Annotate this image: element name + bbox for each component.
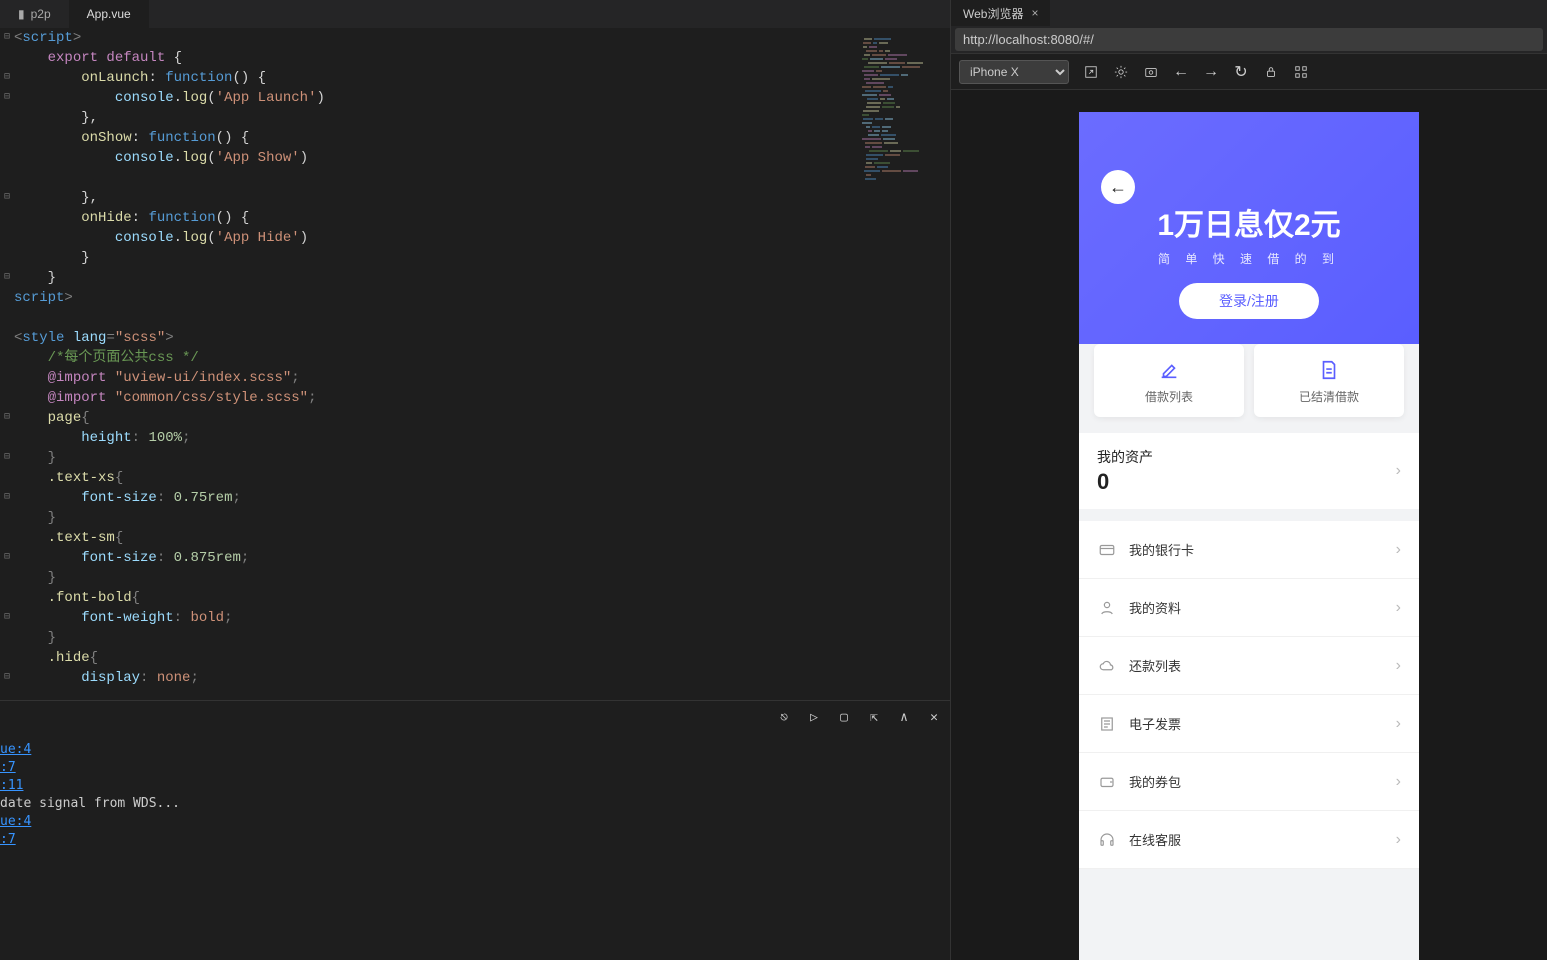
hero-section: ← 1万日息仅2元 简 单 快 速 借 的 到 登录/注册 <box>1079 112 1419 344</box>
login-button[interactable]: 登录/注册 <box>1179 283 1319 319</box>
chevron-right-icon: › <box>1396 773 1401 791</box>
fold-gutter: ⊟⊟⊟⊟⊟⊟⊟⊟⊟⊟⊟ <box>0 28 14 700</box>
card-icon <box>1097 540 1117 560</box>
console-output-icon[interactable]: ⎋ <box>776 709 792 725</box>
list-item-label: 我的资料 <box>1129 598 1181 617</box>
list-item-label: 在线客服 <box>1129 830 1181 849</box>
list-item[interactable]: 在线客服 › <box>1079 811 1419 869</box>
card-label: 已结清借款 <box>1254 388 1404 405</box>
tab-label: p2p <box>31 7 51 21</box>
card-row: 借款列表 已结清借款 <box>1079 334 1419 427</box>
chevron-right-icon: › <box>1396 657 1401 675</box>
wallet-icon <box>1097 772 1117 792</box>
chevron-right-icon: › <box>1396 462 1401 480</box>
list-item[interactable]: 电子发票 › <box>1079 695 1419 753</box>
headset-icon <box>1097 830 1117 850</box>
phone-frame: ← 1万日息仅2元 简 单 快 速 借 的 到 登录/注册 借款列表 <box>1079 112 1419 960</box>
back-icon[interactable]: ← <box>1173 64 1189 80</box>
minimap[interactable] <box>860 38 950 178</box>
list-item-label: 电子发票 <box>1129 714 1181 733</box>
close-icon[interactable]: × <box>1031 6 1038 20</box>
asset-value: 0 <box>1097 469 1153 495</box>
browser-tab-label: Web浏览器 <box>963 5 1023 22</box>
list-item-label: 还款列表 <box>1129 656 1181 675</box>
menu-list: 我的银行卡 › 我的资料 › 还款列表 › 电子发票 › 我的券包 › 在线客服 › <box>1079 521 1419 869</box>
device-select[interactable]: iPhone X <box>959 60 1069 84</box>
code-content: <script> export default { onLaunch: func… <box>14 28 950 700</box>
list-item-label: 我的券包 <box>1129 772 1181 791</box>
lock-icon[interactable] <box>1263 64 1279 80</box>
editor-tabs: ▮ p2p App.vue <box>0 0 950 28</box>
hero-subtitle: 简 单 快 速 借 的 到 <box>1079 250 1419 267</box>
preview-area: ← 1万日息仅2元 简 单 快 速 借 的 到 登录/注册 借款列表 <box>951 90 1547 960</box>
edit-icon <box>1094 358 1244 382</box>
tab-label: App.vue <box>87 7 131 21</box>
external-icon[interactable] <box>1083 64 1099 80</box>
url-input[interactable] <box>955 28 1543 51</box>
list-item[interactable]: 还款列表 › <box>1079 637 1419 695</box>
tab-project[interactable]: ▮ p2p <box>0 0 69 28</box>
list-item[interactable]: 我的资料 › <box>1079 579 1419 637</box>
chevron-right-icon: › <box>1396 541 1401 559</box>
card-label: 借款列表 <box>1094 388 1244 405</box>
console-stop-icon[interactable]: ▢ <box>836 709 852 725</box>
tab-file[interactable]: App.vue <box>69 0 149 28</box>
console-toolbar: ⎋ ▷ ▢ ⇱ ∧ ✕ <box>776 709 942 725</box>
chevron-right-icon: › <box>1396 599 1401 617</box>
browser-tabs: Web浏览器 × <box>951 0 1547 26</box>
dev-toolbar: iPhone X ← → ↻ <box>951 54 1547 90</box>
browser-tab[interactable]: Web浏览器 × <box>951 0 1050 26</box>
folder-icon: ▮ <box>18 7 25 21</box>
list-item[interactable]: 我的银行卡 › <box>1079 521 1419 579</box>
login-button-label: 登录/注册 <box>1219 291 1279 311</box>
url-bar <box>951 26 1547 54</box>
asset-block[interactable]: 我的资产 0 › <box>1079 433 1419 509</box>
browser-panel: Web浏览器 × iPhone X ← → ↻ ← <box>950 0 1547 960</box>
list-item[interactable]: 我的券包 › <box>1079 753 1419 811</box>
card-cleared-loans[interactable]: 已结清借款 <box>1254 344 1404 417</box>
hero-title: 1万日息仅2元 <box>1079 200 1419 244</box>
refresh-icon[interactable]: ↻ <box>1233 64 1249 80</box>
chevron-right-icon: › <box>1396 715 1401 733</box>
user-icon <box>1097 598 1117 618</box>
console-run-icon[interactable]: ▷ <box>806 709 822 725</box>
console-collapse-icon[interactable]: ∧ <box>896 709 912 725</box>
back-button[interactable]: ← <box>1101 170 1135 204</box>
code-editor[interactable]: ⊟⊟⊟⊟⊟⊟⊟⊟⊟⊟⊟ <script> export default { on… <box>0 28 950 700</box>
grid-icon[interactable] <box>1293 64 1309 80</box>
asset-label: 我的资产 <box>1097 447 1153 467</box>
receipt-icon <box>1097 714 1117 734</box>
console-export-icon[interactable]: ⇱ <box>866 709 882 725</box>
chevron-right-icon: › <box>1396 831 1401 849</box>
screenshot-icon[interactable] <box>1143 64 1159 80</box>
card-loan-list[interactable]: 借款列表 <box>1094 344 1244 417</box>
editor-panel: ▮ p2p App.vue ⊟⊟⊟⊟⊟⊟⊟⊟⊟⊟⊟ <script> expor… <box>0 0 950 960</box>
settings-icon[interactable] <box>1113 64 1129 80</box>
forward-icon[interactable]: → <box>1203 64 1219 80</box>
console-panel: ⎋ ▷ ▢ ⇱ ∧ ✕ ue:4:7:11date signal from WD… <box>0 700 950 960</box>
document-icon <box>1254 358 1404 382</box>
console-close-icon[interactable]: ✕ <box>926 709 942 725</box>
cloud-icon <box>1097 656 1117 676</box>
list-item-label: 我的银行卡 <box>1129 540 1194 559</box>
